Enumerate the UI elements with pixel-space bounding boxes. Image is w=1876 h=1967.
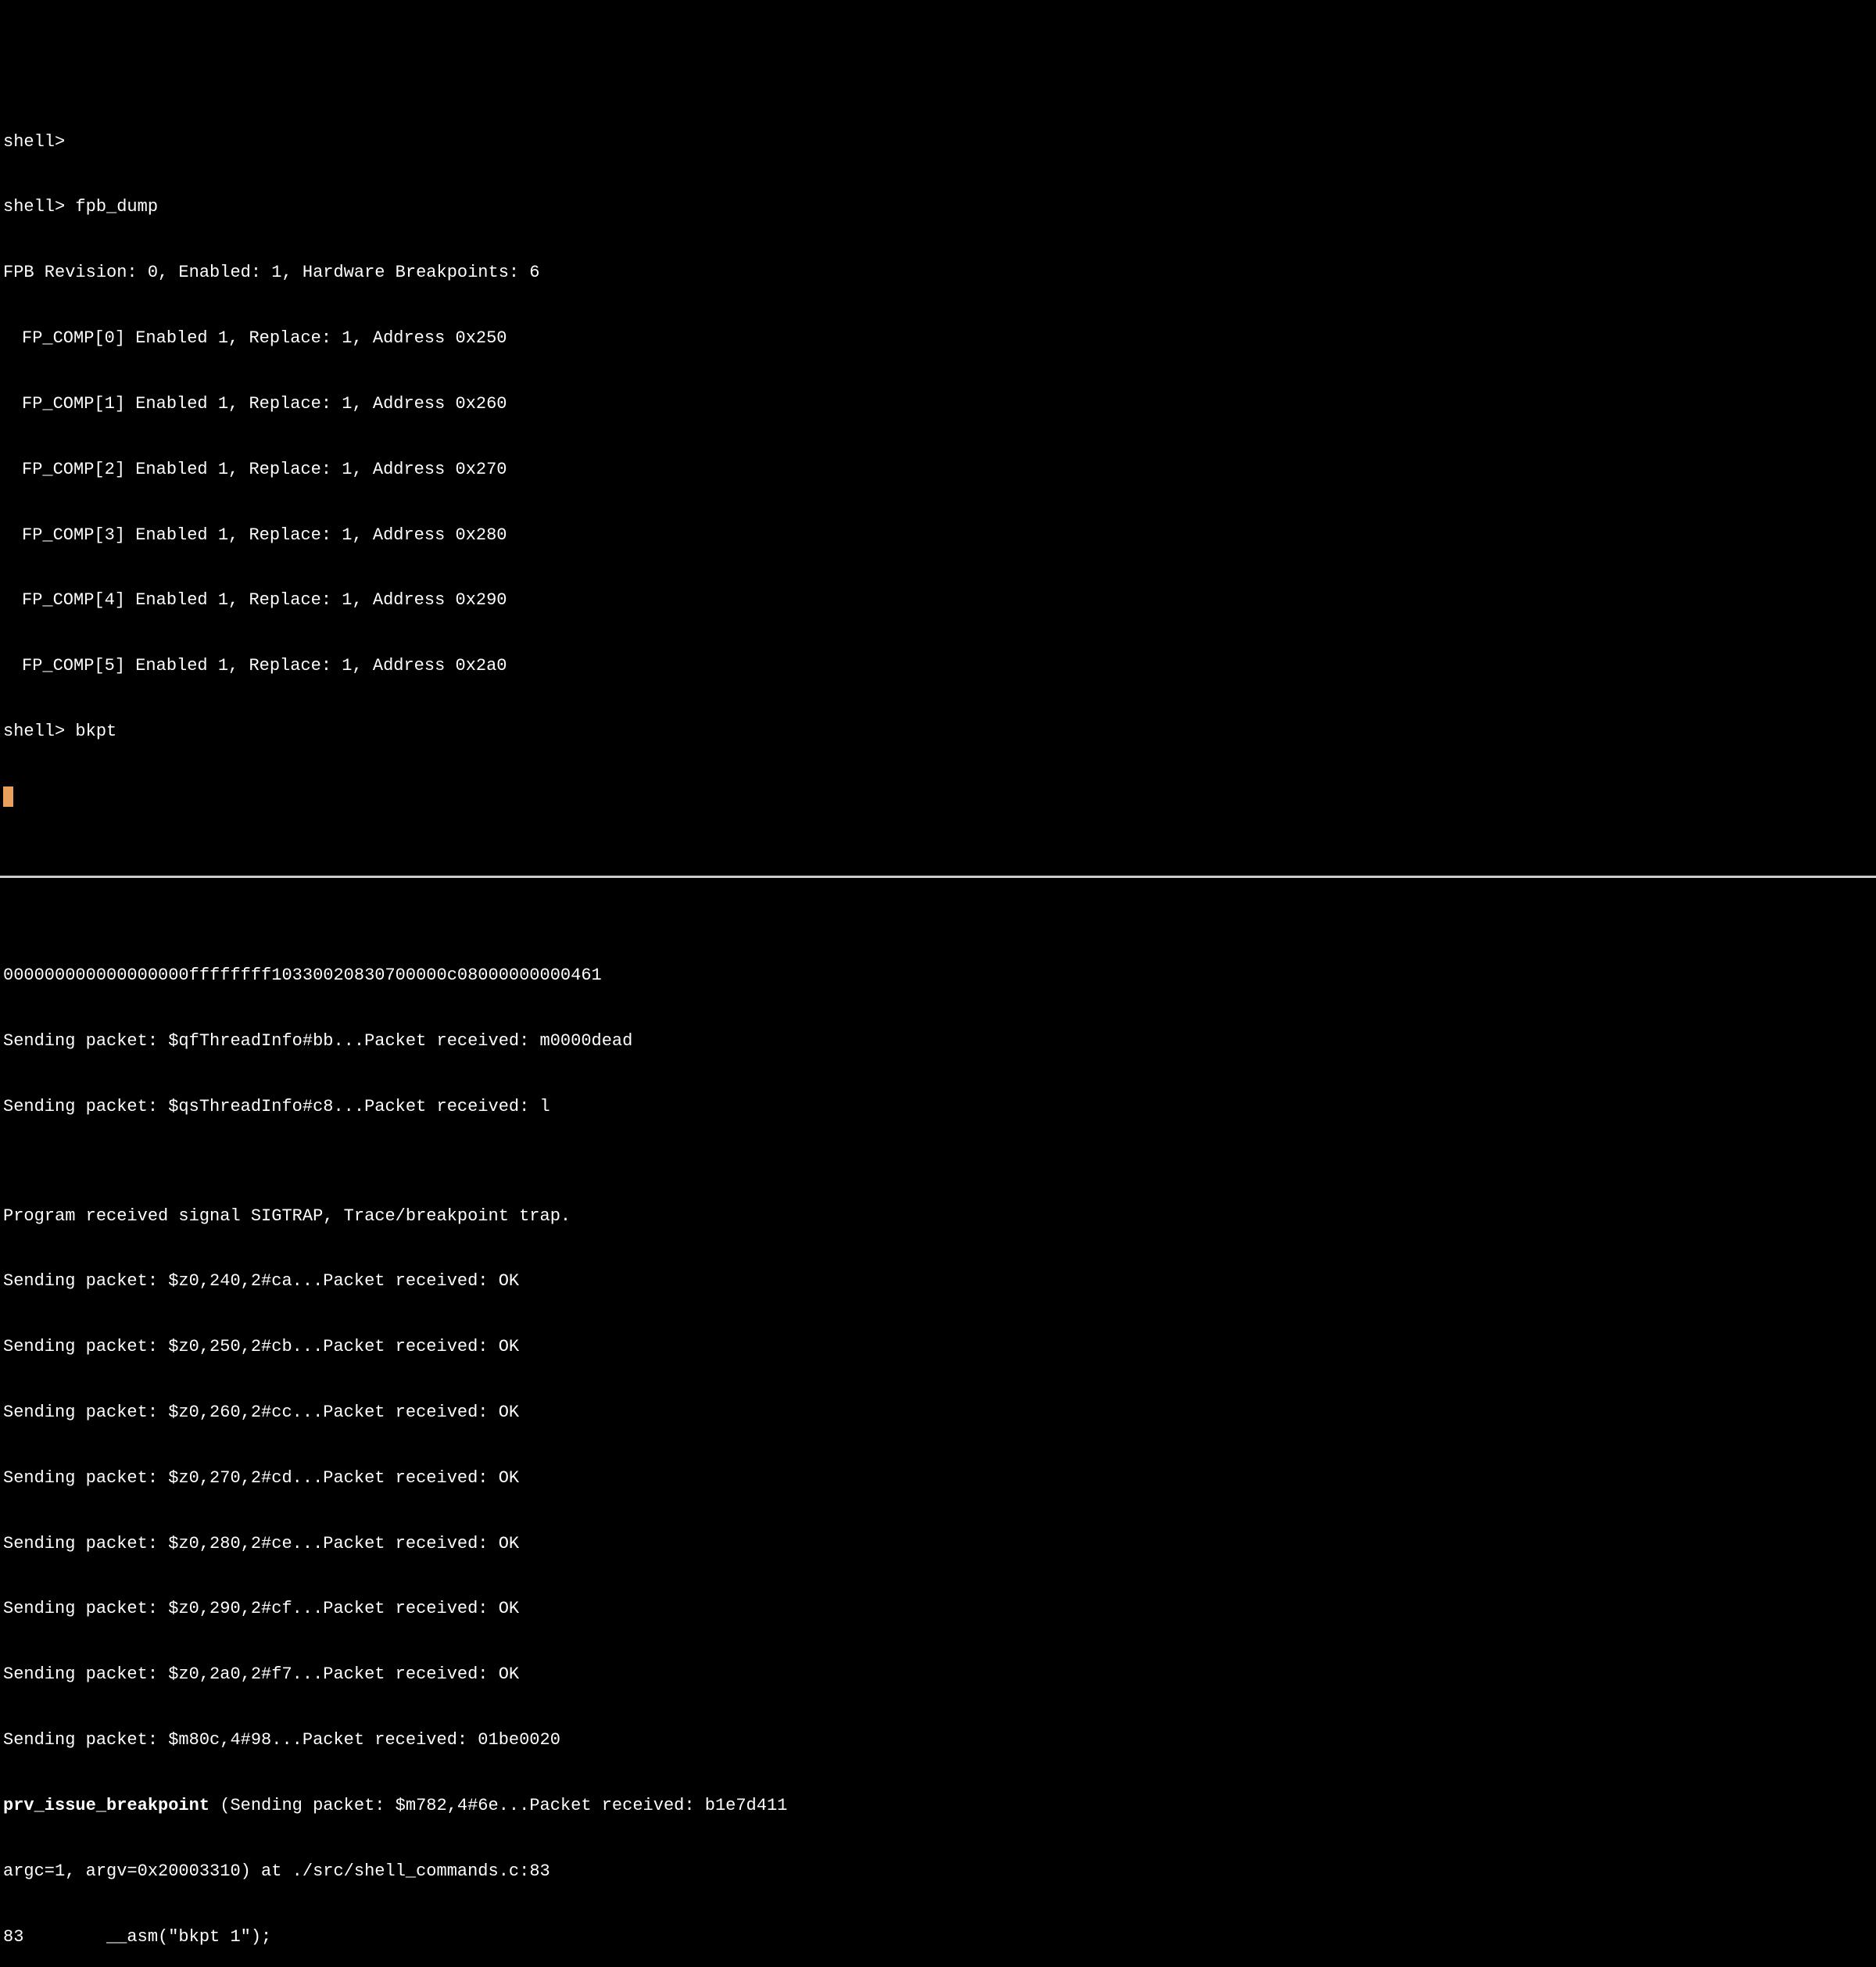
gdb-source-line: 83 __asm("bkpt 1"); (0, 1926, 1876, 1948)
gdb-packet-line: Sending packet: $qfThreadInfo#bb...Packe… (0, 1030, 1876, 1052)
source-path: ./src/shell_commands.c:83 (292, 1861, 550, 1881)
gdb-mem-packet-line: Sending packet: $m80c,4#98...Packet rece… (0, 1729, 1876, 1751)
gdb-packet-line: Sending packet: $z0,2a0,2#f7...Packet re… (0, 1664, 1876, 1686)
gdb-packet-line: Sending packet: $z0,290,2#cf...Packet re… (0, 1598, 1876, 1620)
pane-divider[interactable] (0, 876, 1876, 878)
shell-command-fpb-dump: shell> fpb_dump (0, 196, 1876, 218)
gdb-frame-line: prv_issue_breakpoint (Sending packet: $m… (0, 1795, 1876, 1817)
gdb-argc-line: argc=1, argv=0x20003310) at ./src/shell_… (0, 1861, 1876, 1883)
gdb-packet-line: Sending packet: $z0,240,2#ca...Packet re… (0, 1270, 1876, 1292)
function-name: prv_issue_breakpoint (3, 1796, 209, 1815)
sigtrap-line: Program received signal SIGTRAP, Trace/b… (0, 1206, 1876, 1227)
argc-text: argc=1, argv=0x20003310) at (3, 1861, 292, 1881)
block-cursor-icon (3, 786, 13, 807)
fpb-header: FPB Revision: 0, Enabled: 1, Hardware Br… (0, 262, 1876, 284)
shell-prompt-empty: shell> (0, 131, 1876, 153)
fp-comp-row: FP_COMP[3] Enabled 1, Replace: 1, Addres… (0, 525, 1876, 546)
top-cursor-line (0, 786, 1876, 808)
gdb-packet-line: Sending packet: $z0,250,2#cb...Packet re… (0, 1336, 1876, 1358)
top-terminal-pane[interactable]: shell> shell> fpb_dump FPB Revision: 0, … (0, 88, 1876, 830)
fp-comp-row: FP_COMP[0] Enabled 1, Replace: 1, Addres… (0, 328, 1876, 349)
shell-command-bkpt: shell> bkpt (0, 721, 1876, 743)
fp-comp-row: FP_COMP[2] Enabled 1, Replace: 1, Addres… (0, 459, 1876, 481)
gdb-packet-line: Sending packet: $z0,260,2#cc...Packet re… (0, 1402, 1876, 1424)
fp-comp-row: FP_COMP[4] Enabled 1, Replace: 1, Addres… (0, 589, 1876, 611)
frame-rest: (Sending packet: $m782,4#6e...Packet rec… (209, 1796, 787, 1815)
gdb-packet-line: Sending packet: $z0,270,2#cd...Packet re… (0, 1467, 1876, 1489)
fp-comp-row: FP_COMP[1] Enabled 1, Replace: 1, Addres… (0, 393, 1876, 415)
gdb-packet-line: Sending packet: $z0,280,2#ce...Packet re… (0, 1533, 1876, 1555)
gdb-terminal-pane[interactable]: 000000000000000000ffffffff10330020830700… (0, 921, 1876, 1967)
fp-comp-row: FP_COMP[5] Enabled 1, Replace: 1, Addres… (0, 655, 1876, 677)
gdb-packet-line: Sending packet: $qsThreadInfo#c8...Packe… (0, 1096, 1876, 1118)
